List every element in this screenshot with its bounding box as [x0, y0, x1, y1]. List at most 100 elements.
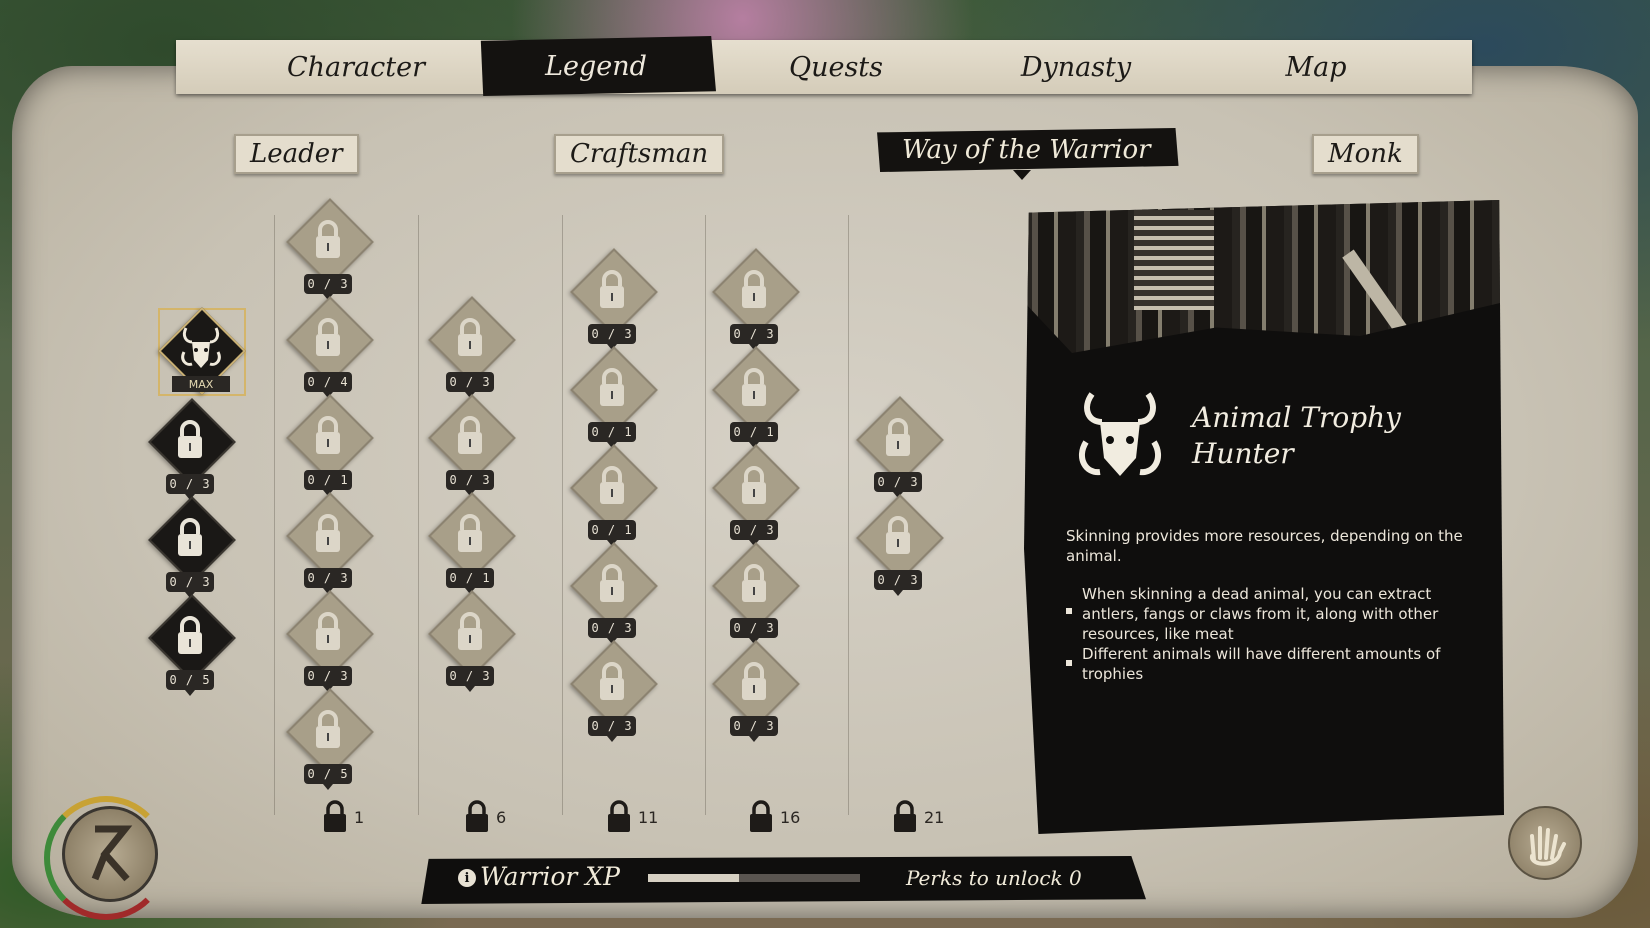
- illustration-sword: [1342, 249, 1440, 353]
- perk-detail-panel: [1024, 200, 1504, 834]
- node-progress-badge: 0 / 3: [304, 274, 352, 300]
- animal-trophy-icon: [181, 327, 221, 368]
- node-progress-badge: 0 / 3: [446, 470, 494, 496]
- node-progress-badge: 0 / 1: [730, 422, 778, 448]
- perk-node[interactable]: 0 / 3: [420, 590, 520, 692]
- perk-node[interactable]: 0 / 3: [140, 398, 240, 500]
- lock-icon: [894, 800, 916, 832]
- lock-icon: [458, 514, 482, 552]
- node-progress-badge: 0 / 3: [730, 520, 778, 546]
- perk-node-animal-trophy-hunter[interactable]: MAX: [150, 306, 252, 396]
- subtab-label: Way of the Warrior: [902, 135, 1151, 165]
- node-progress-badge: 0 / 3: [874, 570, 922, 596]
- perk-node[interactable]: 0 / 3: [562, 640, 662, 742]
- perk-node[interactable]: 0 / 1: [704, 346, 804, 448]
- tab-legend[interactable]: Legend: [480, 36, 716, 96]
- illustration-stairs: [1134, 210, 1214, 310]
- tab-label: Map: [1285, 51, 1347, 83]
- tab-quests[interactable]: Quests: [716, 40, 956, 94]
- node-progress-badge: 0 / 3: [730, 716, 778, 742]
- node-progress-badge: 0 / 5: [166, 670, 214, 696]
- perk-node[interactable]: 0 / 3: [278, 492, 378, 594]
- active-subtab-notch: [1013, 170, 1031, 180]
- perk-description: Skinning provides more resources, depend…: [1066, 527, 1463, 565]
- tier-unlock-level: 21: [892, 800, 944, 834]
- tab-label: Legend: [545, 50, 647, 82]
- perk-node[interactable]: 0 / 5: [140, 594, 240, 696]
- perk-node[interactable]: 0 / 1: [562, 444, 662, 546]
- node-progress-badge: 0 / 3: [730, 324, 778, 350]
- max-label: MAX: [172, 376, 230, 392]
- perk-title: Animal Trophy Hunter: [1192, 400, 1432, 472]
- perk-node[interactable]: 0 / 3: [278, 590, 378, 692]
- perk-bullet: Different animals will have different am…: [1066, 644, 1466, 684]
- perk-title-line: Hunter: [1192, 437, 1294, 470]
- perk-node[interactable]: 0 / 3: [420, 394, 520, 496]
- lock-icon: [316, 220, 340, 258]
- subtab-way-of-the-warrior[interactable]: Way of the Warrior: [877, 128, 1179, 172]
- perk-node[interactable]: 0 / 3: [704, 640, 804, 742]
- subtab-leader[interactable]: Leader: [234, 134, 359, 174]
- node-progress-badge: 0 / 3: [588, 716, 636, 742]
- lock-icon: [742, 368, 766, 406]
- node-progress-badge: 0 / 3: [588, 324, 636, 350]
- lock-icon: [178, 518, 202, 556]
- perk-node[interactable]: 0 / 3: [562, 542, 662, 644]
- perk-node[interactable]: 0 / 1: [420, 492, 520, 594]
- info-icon[interactable]: i: [458, 869, 476, 887]
- column-divider: [274, 215, 275, 815]
- xp-progress-fill: [648, 874, 740, 882]
- node-progress-badge: 0 / 3: [874, 472, 922, 498]
- bullet-marker: [1066, 660, 1072, 666]
- perk-node[interactable]: 0 / 3: [704, 542, 804, 644]
- perk-node[interactable]: 0 / 3: [140, 496, 240, 598]
- node-progress-badge: 0 / 4: [304, 372, 352, 398]
- tab-character[interactable]: Character: [236, 40, 476, 94]
- perk-node[interactable]: 0 / 3: [704, 248, 804, 350]
- perk-node[interactable]: 0 / 3: [848, 396, 948, 498]
- perk-node[interactable]: 0 / 1: [278, 394, 378, 496]
- hand-icon[interactable]: [1508, 806, 1582, 880]
- lock-icon: [742, 662, 766, 700]
- lock-icon: [324, 800, 346, 832]
- column-divider: [418, 215, 419, 815]
- node-progress-badge: 0 / 3: [304, 666, 352, 692]
- lock-icon: [458, 612, 482, 650]
- tier-unlock-level: 11: [606, 800, 658, 834]
- tab-dynasty[interactable]: Dynasty: [956, 40, 1196, 94]
- lock-icon: [742, 270, 766, 308]
- lock-icon: [316, 710, 340, 748]
- lock-icon: [316, 416, 340, 454]
- lock-icon: [178, 420, 202, 458]
- perk-node[interactable]: 0 / 3: [278, 198, 378, 300]
- perk-node[interactable]: 0 / 1: [562, 346, 662, 448]
- subtab-monk[interactable]: Monk: [1312, 134, 1419, 174]
- node-progress-badge: 0 / 3: [446, 666, 494, 692]
- lock-icon: [600, 368, 624, 406]
- subtab-label: Monk: [1328, 139, 1403, 169]
- tier-level-text: 11: [638, 807, 659, 827]
- perk-node[interactable]: 0 / 3: [562, 248, 662, 350]
- node-progress-badge: 0 / 3: [446, 372, 494, 398]
- tab-label: Character: [286, 51, 425, 83]
- node-progress-badge: 0 / 3: [304, 568, 352, 594]
- perk-node[interactable]: 0 / 3: [704, 444, 804, 546]
- tab-map[interactable]: Map: [1196, 40, 1436, 94]
- perks-label: Perks to unlock: [906, 866, 1063, 890]
- rune-emblem-icon: [62, 806, 158, 902]
- lock-icon: [608, 800, 630, 832]
- tab-label: Dynasty: [1020, 51, 1132, 83]
- lock-icon: [750, 800, 772, 832]
- lock-icon: [316, 318, 340, 356]
- subtab-craftsman[interactable]: Craftsman: [554, 134, 725, 174]
- perk-node[interactable]: 0 / 3: [848, 494, 948, 596]
- xp-label: Warrior XP: [480, 862, 620, 891]
- lock-icon: [458, 416, 482, 454]
- perk-node[interactable]: 0 / 4: [278, 296, 378, 398]
- perk-node[interactable]: 0 / 3: [420, 296, 520, 398]
- node-progress-badge: 0 / 1: [304, 470, 352, 496]
- lock-icon: [458, 318, 482, 356]
- perk-node[interactable]: 0 / 5: [278, 688, 378, 790]
- tab-label: Quests: [788, 51, 884, 83]
- node-progress-badge: 0 / 1: [588, 422, 636, 448]
